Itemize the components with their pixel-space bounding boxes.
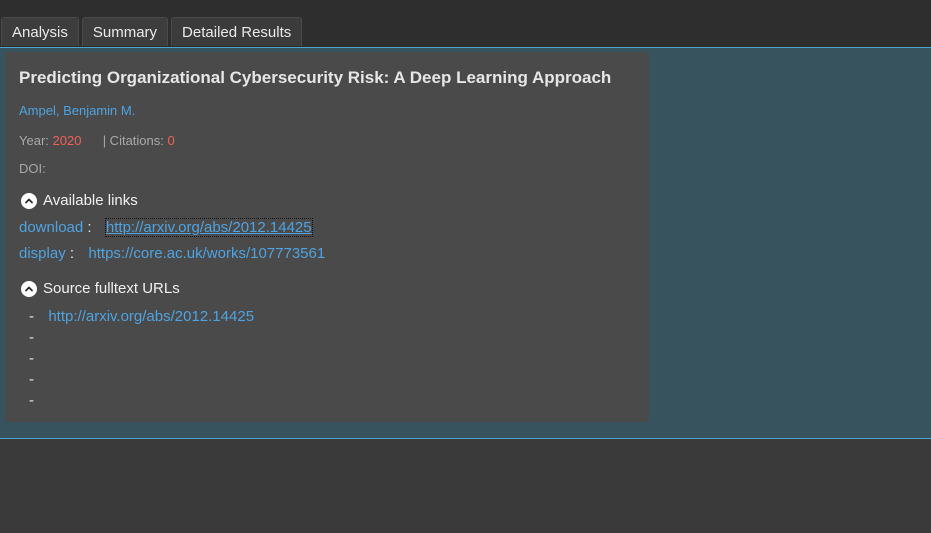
list-bullet: -: [29, 392, 34, 409]
list-item: - http://arxiv.org/abs/2012.14425: [29, 308, 254, 325]
list-bullet: -: [29, 350, 34, 367]
link-separator: :: [87, 219, 92, 236]
download-url-link[interactable]: http://arxiv.org/abs/2012.14425: [104, 218, 313, 237]
available-links-heading: Available links: [43, 192, 138, 209]
tab-detailed-results[interactable]: Detailed Results: [171, 17, 303, 46]
source-fulltext-toggle[interactable]: Source fulltext URLs: [21, 280, 180, 297]
link-separator: :: [69, 245, 75, 262]
tab-summary[interactable]: Summary: [81, 17, 169, 46]
paper-meta: Year: 2020 | Citations: 0: [19, 133, 175, 148]
year-value: 2020: [52, 133, 82, 148]
link-label-download[interactable]: download: [19, 219, 83, 236]
available-links-toggle[interactable]: Available links: [21, 192, 138, 209]
chevron-up-icon: [21, 192, 37, 209]
fulltext-url-link[interactable]: http://arxiv.org/abs/2012.14425: [48, 308, 254, 325]
list-item: -: [29, 329, 34, 346]
list-item: -: [29, 392, 34, 409]
list-item: -: [29, 350, 34, 367]
doi-label: DOI:: [19, 161, 46, 176]
year-label: Year:: [19, 133, 49, 148]
chevron-up-icon: [21, 280, 37, 297]
list-bullet: -: [29, 308, 34, 325]
paper-card: Predicting Organizational Cybersecurity …: [5, 52, 649, 422]
citations-value: 0: [167, 133, 175, 148]
results-panel: Predicting Organizational Cybersecurity …: [0, 47, 931, 439]
tab-bar: Analysis Summary Detailed Results: [0, 17, 303, 47]
link-row-display: display : https://core.ac.uk/works/10777…: [19, 245, 325, 262]
display-url-link[interactable]: https://core.ac.uk/works/107773561: [88, 245, 325, 262]
list-bullet: -: [29, 329, 34, 346]
tab-analysis[interactable]: Analysis: [1, 17, 79, 46]
list-item: -: [29, 371, 34, 388]
paper-title: Predicting Organizational Cybersecurity …: [19, 68, 612, 87]
citations-label: | Citations:: [102, 133, 164, 148]
author-link[interactable]: Ampel, Benjamin M.: [19, 103, 135, 118]
link-label-display[interactable]: display: [19, 245, 66, 262]
link-row-download: download : http://arxiv.org/abs/2012.144…: [19, 218, 313, 237]
list-bullet: -: [29, 371, 34, 388]
source-fulltext-heading: Source fulltext URLs: [43, 280, 180, 297]
